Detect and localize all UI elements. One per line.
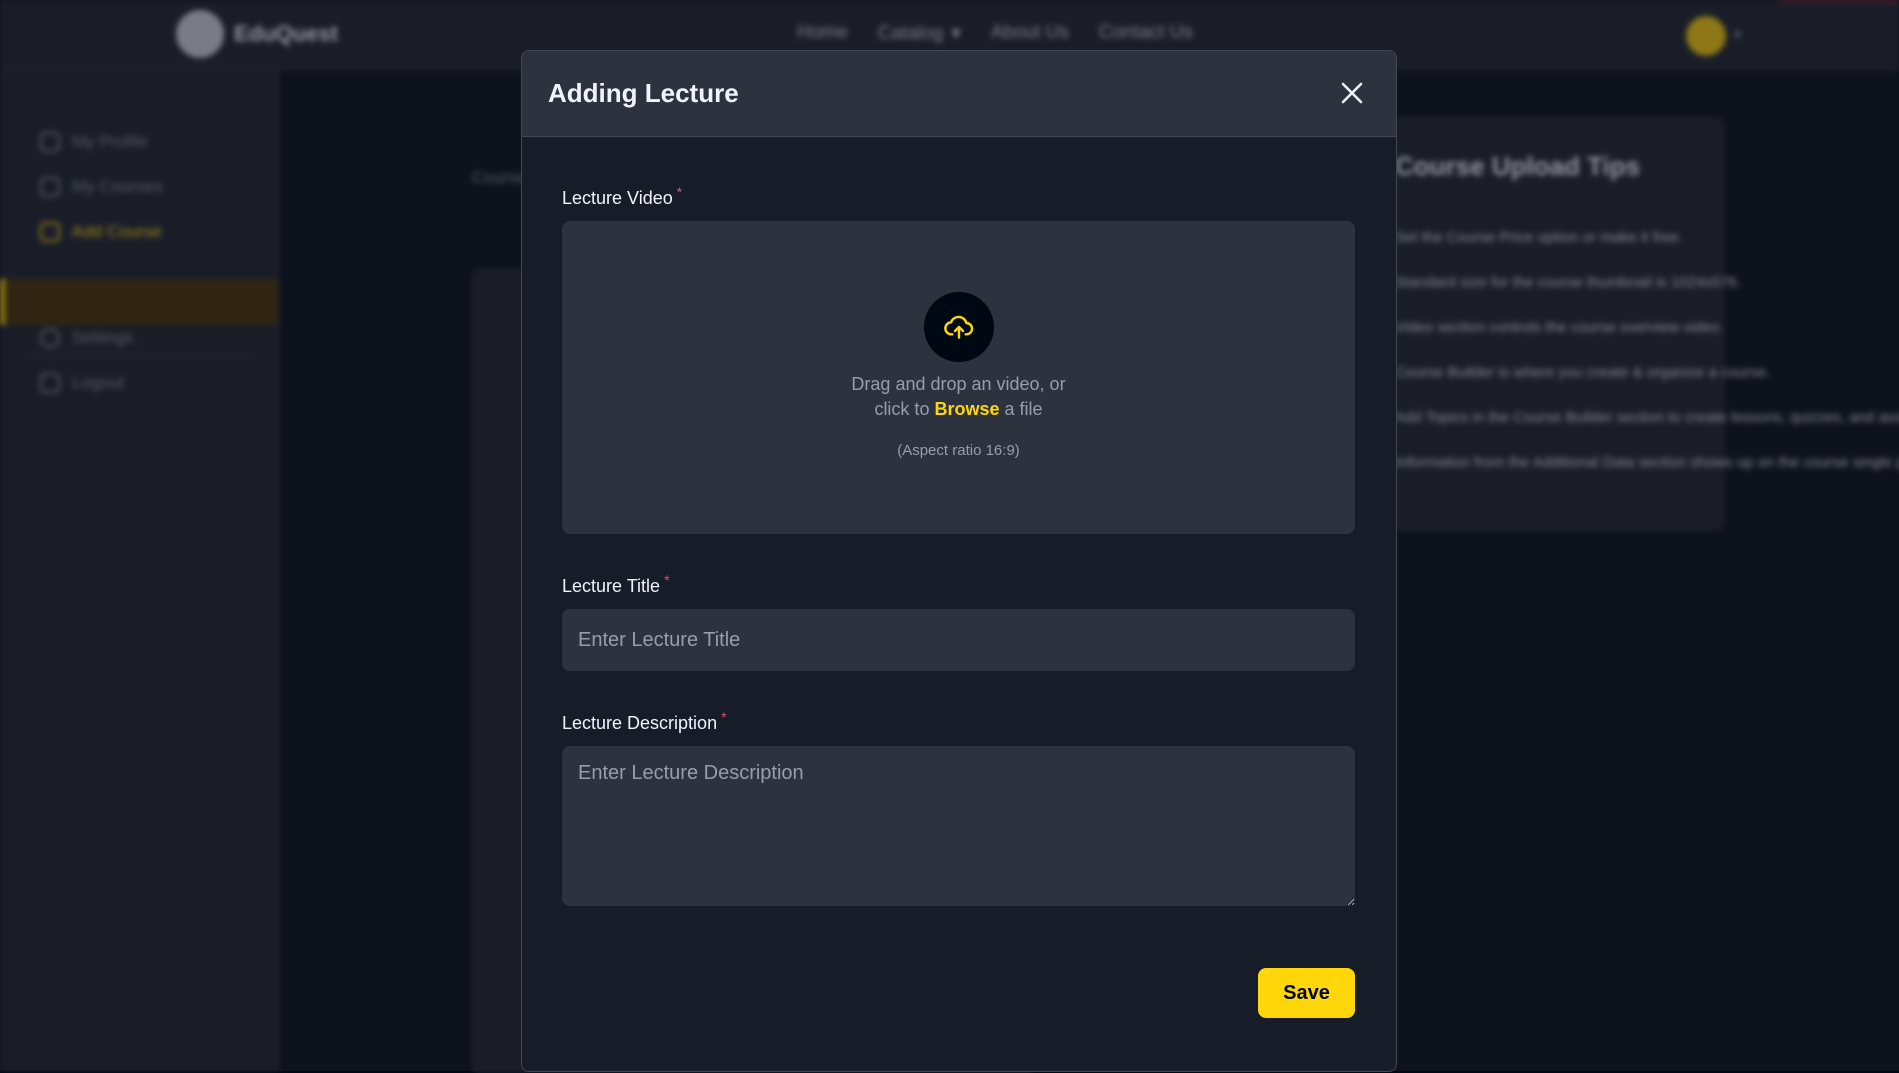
cloud-upload-icon	[944, 315, 974, 339]
required-mark: *	[664, 572, 670, 588]
lecture-description-label: Lecture Description *	[562, 709, 727, 734]
required-mark: *	[676, 184, 683, 200]
lecture-title-input[interactable]	[562, 609, 1355, 671]
aspect-ratio-hint: (Aspect ratio 16:9)	[897, 442, 1020, 459]
upload-icon-wrapper	[924, 292, 994, 362]
label-text: Lecture Description	[562, 713, 718, 733]
close-button[interactable]	[1336, 77, 1368, 109]
lecture-description-input[interactable]	[562, 746, 1355, 906]
dropzone-line-2: click to Browse a file	[562, 397, 1355, 422]
lecture-video-label: Lecture Video *	[562, 184, 682, 209]
save-button[interactable]: Save	[1258, 968, 1355, 1018]
modal-header: Adding Lecture	[522, 51, 1396, 137]
dropzone-instructions: Drag and drop an video, or click to Brow…	[562, 372, 1355, 422]
dropzone-text: a file	[1004, 399, 1043, 419]
lecture-title-label: Lecture Title *	[562, 572, 670, 597]
close-icon	[1341, 82, 1363, 104]
add-lecture-modal: Adding Lecture Lecture Video * Drag and d…	[521, 50, 1397, 1072]
browse-link[interactable]: Browse	[934, 399, 999, 419]
modal-title: Adding Lecture	[548, 78, 739, 108]
label-text: Lecture Video	[562, 188, 673, 208]
video-dropzone[interactable]: Drag and drop an video, or click to Brow…	[562, 221, 1355, 534]
label-text: Lecture Title	[562, 576, 661, 596]
required-mark: *	[721, 709, 727, 725]
dropzone-text: click to	[874, 399, 930, 419]
dropzone-line-1: Drag and drop an video, or	[851, 374, 1066, 394]
